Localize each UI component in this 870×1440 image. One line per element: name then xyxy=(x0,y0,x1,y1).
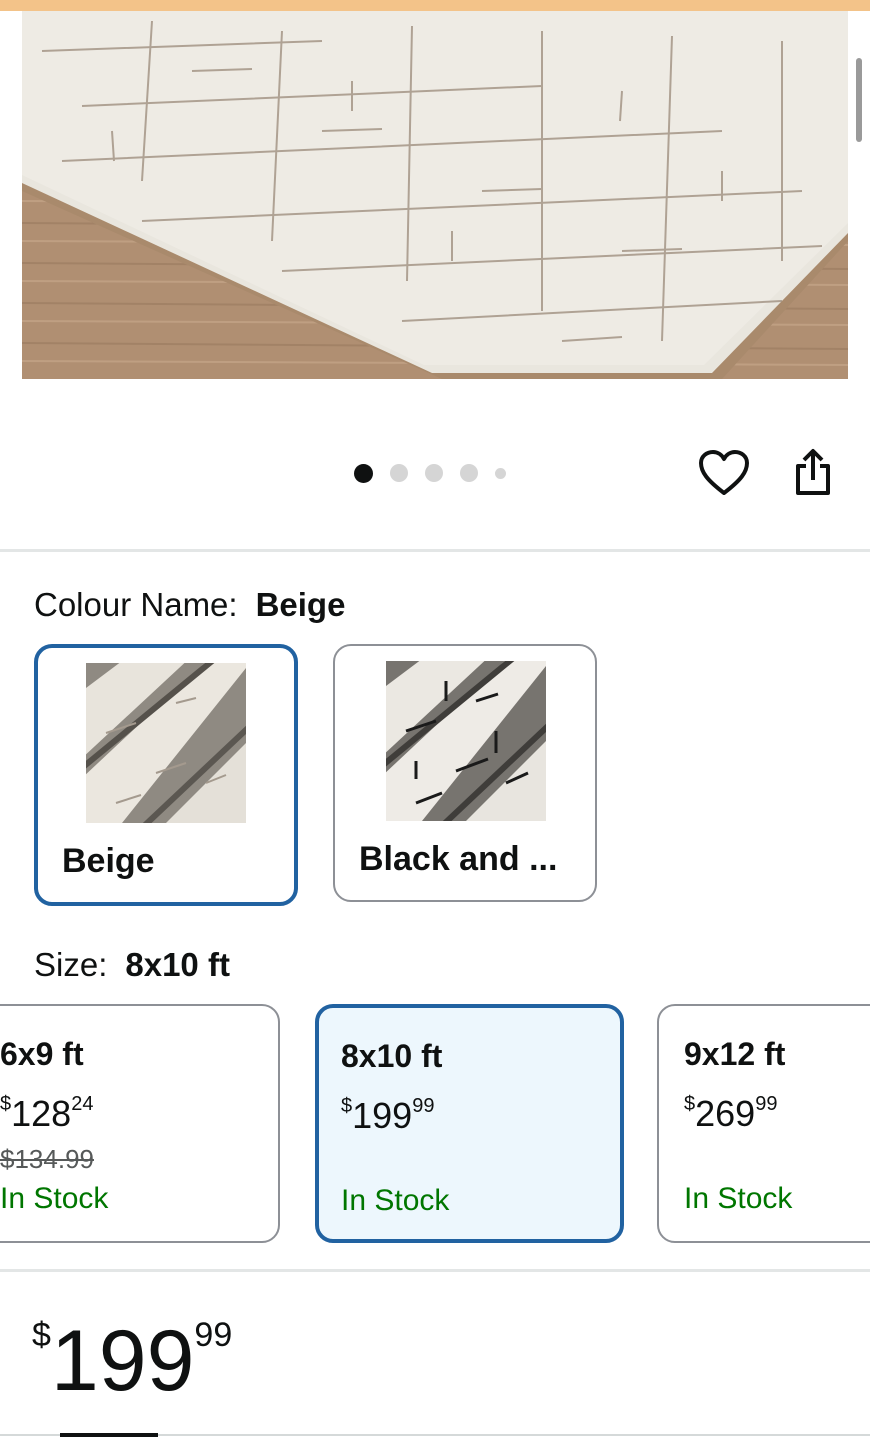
colour-swatch-image xyxy=(86,663,246,823)
colour-option-label: Black and ... xyxy=(359,840,558,878)
size-option-8x10[interactable]: 8x10 ft $19999 In Stock xyxy=(315,1004,624,1243)
size-option-availability: In Stock xyxy=(684,1182,793,1215)
carousel-dot-5[interactable] xyxy=(495,467,506,479)
colour-label-row: Colour Name: Beige xyxy=(34,586,345,624)
carousel-dot-4[interactable] xyxy=(460,464,478,482)
size-option-label: 9x12 ft xyxy=(684,1036,786,1072)
size-option-price: $26999 xyxy=(684,1093,778,1134)
price-whole: 199 xyxy=(50,1313,195,1409)
product-image[interactable] xyxy=(22,11,848,379)
size-option-9x12[interactable]: 9x12 ft $26999 In Stock xyxy=(657,1004,870,1243)
size-label-row: Size: 8x10 ft xyxy=(34,946,230,984)
top-accent-bar xyxy=(0,0,870,11)
colour-option-beige[interactable]: Beige xyxy=(34,644,298,906)
section-divider xyxy=(0,549,870,552)
bottom-tab-indicator xyxy=(60,1433,158,1437)
size-selected-value: 8x10 ft xyxy=(125,946,230,983)
size-option-availability: In Stock xyxy=(0,1182,109,1215)
colour-option-black-and[interactable]: Black and ... xyxy=(333,644,597,902)
size-option-availability: In Stock xyxy=(341,1184,450,1217)
image-carousel-dots[interactable] xyxy=(354,462,523,484)
carousel-dot-3[interactable] xyxy=(425,464,443,482)
carousel-dot-2[interactable] xyxy=(390,464,408,482)
colour-option-label: Beige xyxy=(62,842,155,880)
share-icon xyxy=(796,449,830,495)
share-button[interactable] xyxy=(788,446,838,498)
price-fraction: 99 xyxy=(194,1316,233,1354)
size-option-price: $12824 xyxy=(0,1093,94,1134)
colour-label: Colour Name: xyxy=(34,586,238,623)
size-option-label: 8x10 ft xyxy=(341,1038,443,1074)
size-option-price: $19999 xyxy=(341,1095,435,1136)
scrollbar[interactable] xyxy=(856,58,862,142)
current-price: $19999 xyxy=(32,1318,232,1404)
rug-illustration xyxy=(22,11,848,379)
colour-swatch-image xyxy=(386,661,546,821)
section-divider xyxy=(0,1269,870,1272)
colour-selected-value: Beige xyxy=(255,586,346,623)
size-option-list-price: $134.99 xyxy=(0,1144,94,1174)
carousel-dot-1[interactable] xyxy=(354,463,373,483)
size-option-label: 6x9 ft xyxy=(0,1036,84,1072)
size-option-6x9[interactable]: 6x9 ft $12824 $134.99 In Stock xyxy=(0,1004,280,1243)
wishlist-button[interactable] xyxy=(699,448,749,498)
heart-icon xyxy=(699,450,749,495)
size-label: Size: xyxy=(34,946,108,983)
price-currency: $ xyxy=(32,1316,51,1354)
